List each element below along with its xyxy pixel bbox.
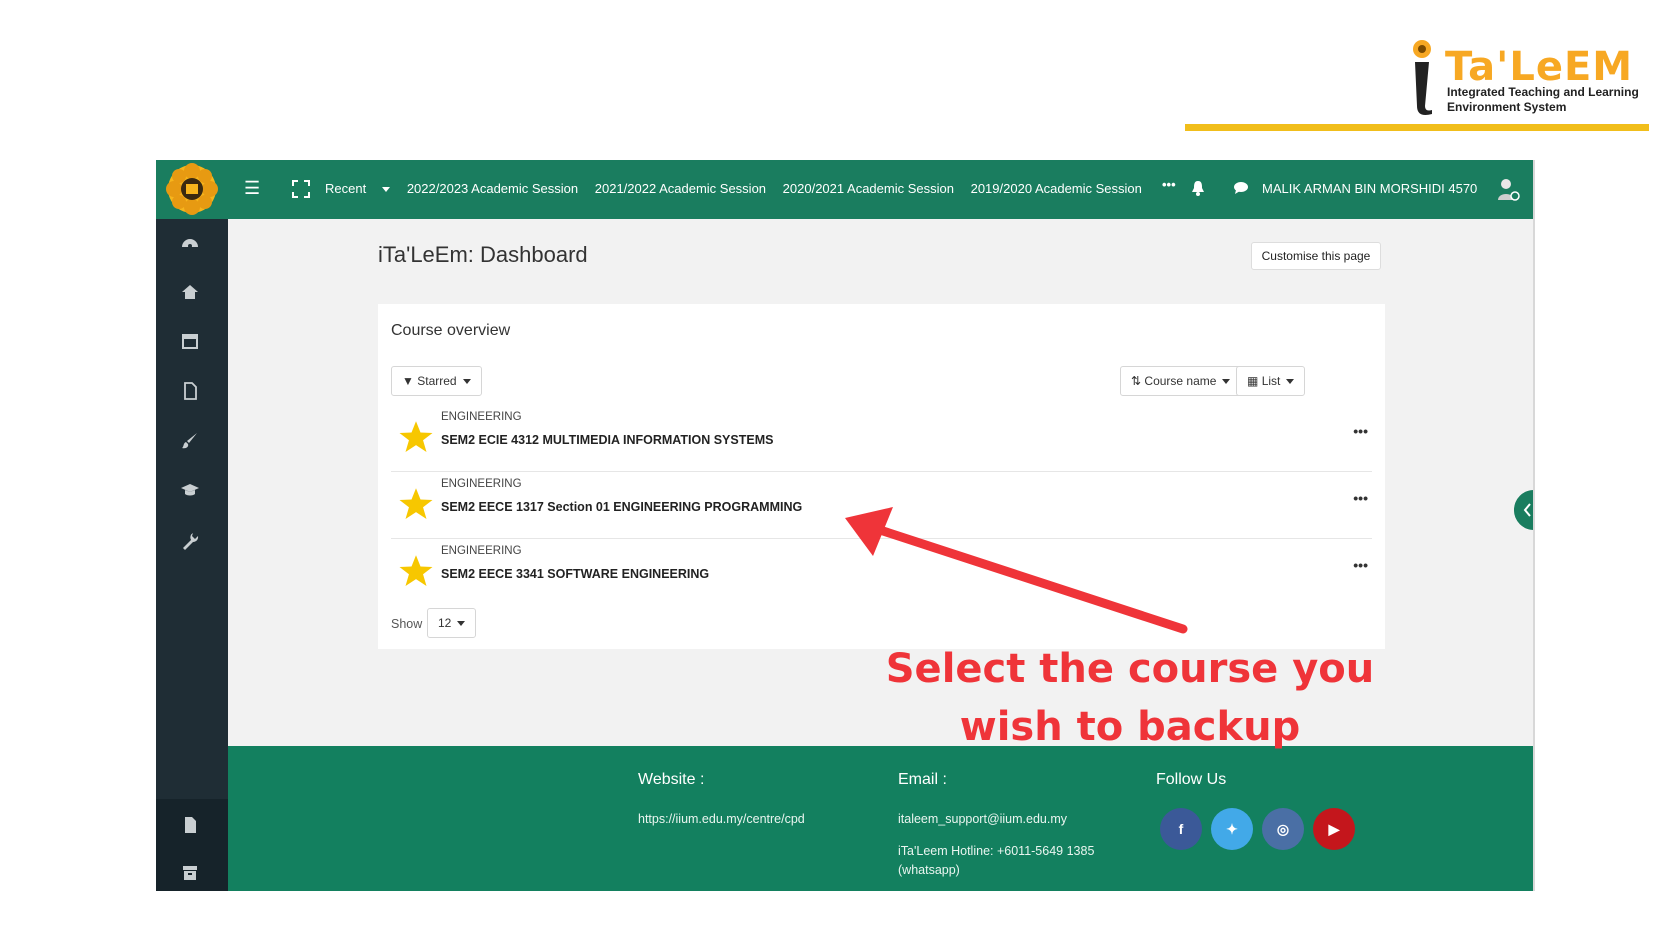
document-icon[interactable] bbox=[180, 815, 200, 835]
graduation-cap-icon[interactable] bbox=[180, 480, 200, 500]
annotation-line1: Select the course you bbox=[885, 646, 1375, 692]
show-label: Show bbox=[391, 617, 423, 631]
screenshot-page: Ta'LeEM Integrated Teaching and Learning… bbox=[0, 0, 1680, 945]
view-dropdown[interactable]: ▦ List bbox=[1236, 366, 1306, 396]
left-sidebar bbox=[156, 219, 228, 891]
footer-follow-heading: Follow Us bbox=[1156, 771, 1227, 788]
logo-title: Ta'LeEM bbox=[1445, 44, 1634, 90]
annotation-line2: wish to backup bbox=[959, 704, 1301, 750]
starred-filter-label: Starred bbox=[417, 374, 457, 388]
bell-icon[interactable] bbox=[1191, 180, 1205, 196]
dashboard-icon[interactable] bbox=[180, 233, 200, 253]
per-page-value: 12 bbox=[438, 616, 452, 630]
customise-page-button[interactable]: Customise this page bbox=[1251, 242, 1381, 270]
course-name-link[interactable]: SEM2 ECIE 4312 MULTIMEDIA INFORMATION SY… bbox=[441, 433, 773, 447]
sort-label: Course name bbox=[1144, 374, 1217, 388]
annotation-text: Select the course you wish to backup bbox=[880, 640, 1380, 756]
chat-bubble-icon[interactable] bbox=[1233, 181, 1249, 195]
filter-icon: ▼ bbox=[402, 374, 414, 388]
sort-dropdown[interactable]: ⇅ Course name bbox=[1120, 366, 1242, 396]
course-actions-menu[interactable]: ••• bbox=[1353, 557, 1368, 573]
course-overview-card: Course overview ▼ Starred ⇅ Course name … bbox=[378, 304, 1385, 649]
sidebar-bottom bbox=[156, 799, 228, 891]
italeem-logo: Ta'LeEM Integrated Teaching and Learning… bbox=[1405, 38, 1645, 118]
brush-icon[interactable] bbox=[180, 431, 200, 451]
chevron-down-icon bbox=[382, 187, 391, 193]
course-row[interactable]: ENGINEERING SEM2 EECE 3341 SOFTWARE ENGI… bbox=[391, 539, 1372, 606]
iium-logo-icon[interactable] bbox=[160, 160, 224, 219]
page-title: iTa'LeEm: Dashboard bbox=[378, 242, 588, 267]
footer-hotline: iTa'Leem Hotline: +6011-5649 1385 bbox=[898, 844, 1095, 858]
logo-i-icon bbox=[1413, 40, 1432, 115]
file-icon[interactable] bbox=[180, 381, 200, 401]
footer-website-link[interactable]: https://iium.edu.my/centre/cpd bbox=[638, 810, 805, 829]
course-actions-menu[interactable]: ••• bbox=[1353, 423, 1368, 439]
grid-icon: ▦ bbox=[1247, 374, 1259, 388]
more-menu-icon[interactable]: ••• bbox=[1162, 177, 1176, 192]
user-avatar-icon[interactable] bbox=[1495, 176, 1521, 202]
course-row[interactable]: ENGINEERING SEM2 ECIE 4312 MULTIMEDIA IN… bbox=[391, 405, 1372, 472]
star-icon[interactable] bbox=[398, 486, 434, 522]
logo-subtitle-line1: Integrated Teaching and Learning bbox=[1447, 85, 1639, 99]
course-name-link[interactable]: SEM2 EECE 3341 SOFTWARE ENGINEERING bbox=[441, 567, 709, 581]
course-actions-menu[interactable]: ••• bbox=[1353, 490, 1368, 506]
wrench-icon[interactable] bbox=[180, 531, 200, 551]
sort-icon: ⇅ bbox=[1131, 374, 1142, 388]
footer-website-heading: Website : bbox=[638, 771, 705, 788]
footer-email-link[interactable]: italeem_support@iium.edu.my bbox=[898, 810, 1067, 829]
archive-icon[interactable] bbox=[180, 863, 200, 883]
nav-session-2020[interactable]: 2020/2021 Academic Session bbox=[783, 181, 954, 196]
footer-hotline-note: (whatsapp) bbox=[898, 863, 960, 877]
course-name-link[interactable]: SEM2 EECE 1317 Section 01 ENGINEERING PR… bbox=[441, 500, 802, 514]
nav-session-2022[interactable]: 2022/2023 Academic Session bbox=[407, 181, 578, 196]
starred-filter-dropdown[interactable]: ▼ Starred bbox=[391, 366, 482, 396]
course-category: ENGINEERING bbox=[441, 411, 522, 423]
moodle-app: ☰ Recent 2022/2023 Academic Session 2021… bbox=[156, 160, 1535, 891]
hamburger-menu-icon[interactable]: ☰ bbox=[244, 178, 260, 199]
user-name[interactable]: MALIK ARMAN BIN MORSHIDI 4570 bbox=[1262, 181, 1477, 196]
top-navbar: ☰ Recent 2022/2023 Academic Session 2021… bbox=[156, 160, 1533, 219]
nav-session-2019[interactable]: 2019/2020 Academic Session bbox=[971, 181, 1142, 196]
twitter-icon[interactable]: ✦ bbox=[1211, 808, 1253, 850]
youtube-icon[interactable]: ▶ bbox=[1313, 808, 1355, 850]
home-icon[interactable] bbox=[180, 282, 200, 302]
nav-links: Recent 2022/2023 Academic Session 2021/2… bbox=[325, 181, 1155, 196]
chevron-down-icon bbox=[457, 621, 466, 627]
view-label: List bbox=[1261, 374, 1281, 388]
course-category: ENGINEERING bbox=[441, 478, 522, 490]
instagram-icon[interactable]: ◎ bbox=[1262, 808, 1304, 850]
logo-subtitle-line2: Environment System bbox=[1447, 100, 1567, 114]
drawer-toggle-button[interactable] bbox=[1514, 490, 1535, 530]
per-page-dropdown[interactable]: 12 bbox=[427, 608, 477, 638]
course-row[interactable]: ENGINEERING SEM2 EECE 1317 Section 01 EN… bbox=[391, 472, 1372, 539]
course-category: ENGINEERING bbox=[441, 545, 522, 557]
star-icon[interactable] bbox=[398, 419, 434, 455]
chevron-down-icon bbox=[1222, 379, 1231, 385]
chevron-down-icon bbox=[462, 379, 471, 385]
calendar-icon[interactable] bbox=[180, 331, 200, 351]
facebook-icon[interactable]: f bbox=[1160, 808, 1202, 850]
nav-recent-label: Recent bbox=[325, 181, 367, 196]
page-footer: Website : https://iium.edu.my/centre/cpd… bbox=[228, 746, 1533, 891]
footer-email-heading: Email : bbox=[898, 771, 947, 788]
logo-subtitle: Integrated Teaching and Learning Environ… bbox=[1447, 85, 1639, 115]
nav-session-2021[interactable]: 2021/2022 Academic Session bbox=[595, 181, 766, 196]
chevron-down-icon bbox=[1286, 379, 1295, 385]
course-overview-title: Course overview bbox=[391, 322, 511, 339]
fullscreen-icon[interactable] bbox=[292, 180, 310, 198]
star-icon[interactable] bbox=[398, 553, 434, 589]
nav-recent-menu[interactable]: Recent bbox=[325, 181, 391, 196]
logo-underline bbox=[1185, 124, 1649, 131]
